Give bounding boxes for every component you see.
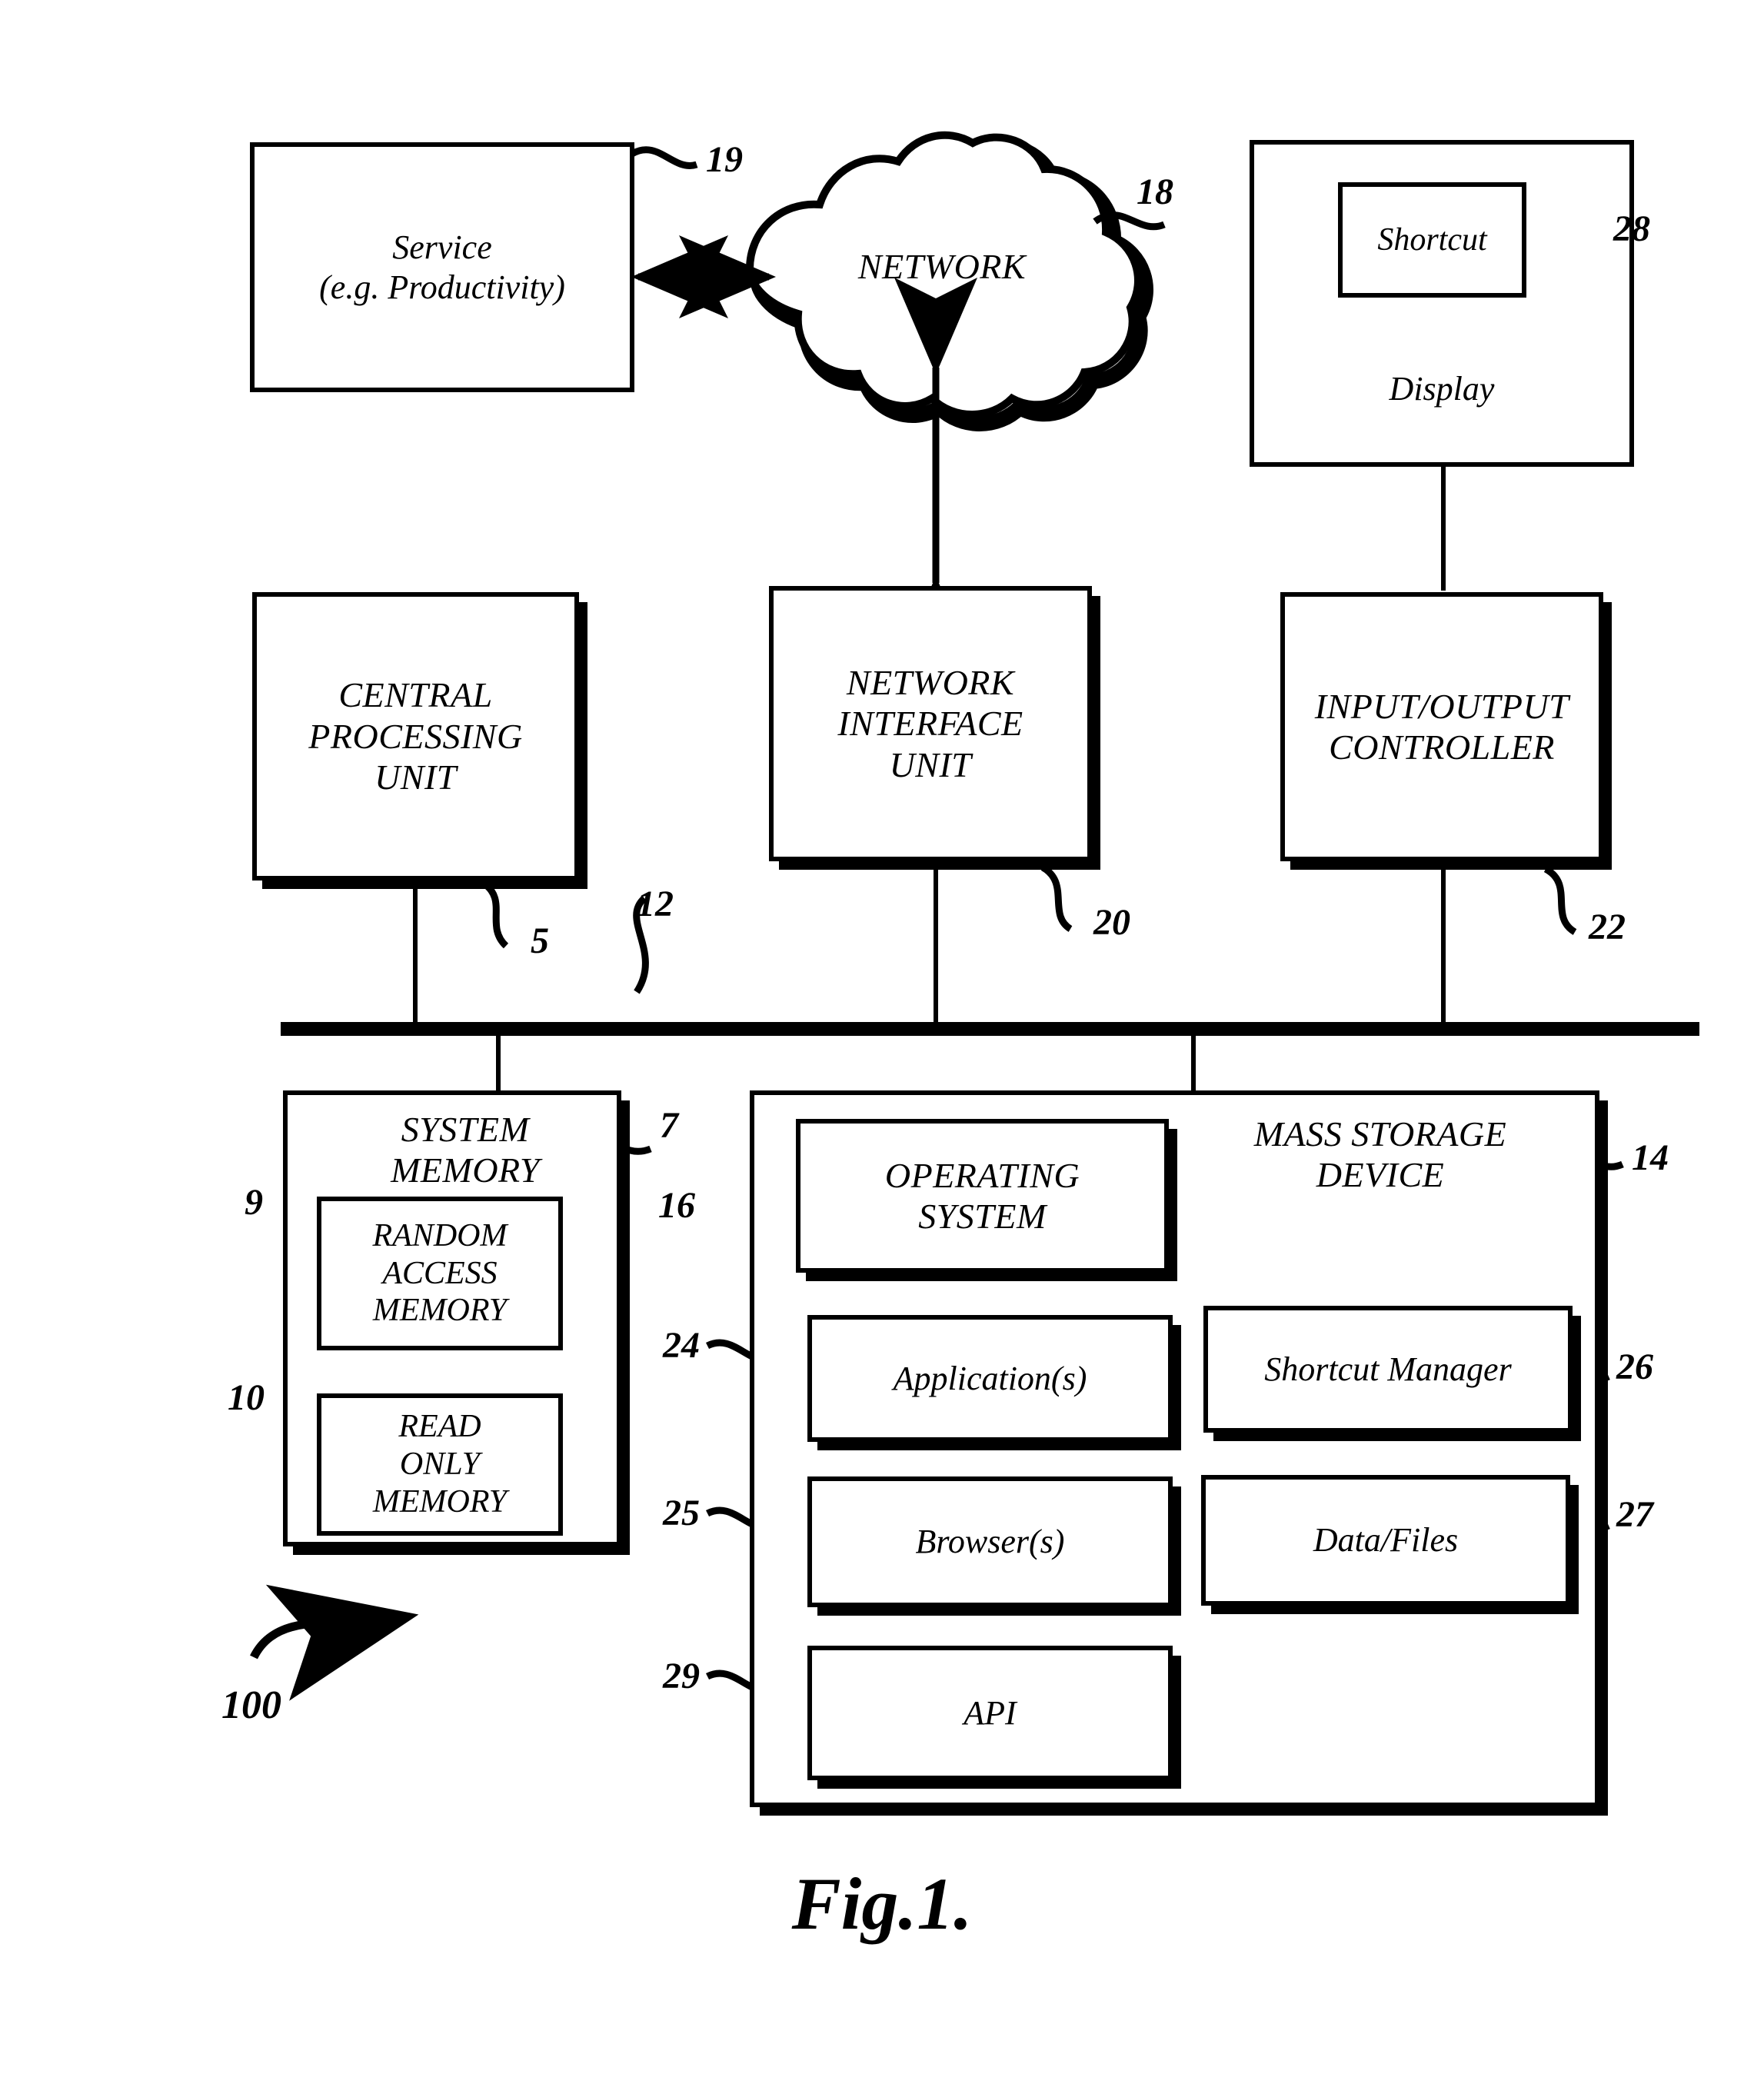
shortcut-manager-label: Shortcut Manager <box>1264 1350 1512 1388</box>
refnum-28: 28 <box>1613 208 1650 249</box>
refnum-24: 24 <box>663 1325 700 1366</box>
niu-line1: NETWORK <box>846 662 1015 702</box>
service-line1: Service <box>392 228 492 267</box>
leader-18 <box>1093 211 1166 231</box>
api-label: API <box>964 1693 1017 1732</box>
mass-storage-line2: DEVICE <box>1316 1155 1445 1195</box>
random-access-memory-box: RANDOM ACCESS MEMORY <box>317 1197 563 1350</box>
applications-box: Application(s) <box>807 1315 1173 1442</box>
network-label: NETWORK <box>857 247 1027 286</box>
cpu-line1: CENTRAL <box>338 675 493 715</box>
system-memory-line2: MEMORY <box>391 1150 540 1190</box>
network-interface-unit-box: NETWORK INTERFACE UNIT <box>769 586 1092 861</box>
refnum-100: 100 <box>221 1683 281 1727</box>
service-box: Service (e.g. Productivity) <box>250 142 634 392</box>
refnum-16: 16 <box>658 1185 695 1226</box>
browsers-label: Browser(s) <box>915 1523 1065 1561</box>
cpu-line3: UNIT <box>374 757 457 797</box>
io-line1: INPUT/OUTPUT <box>1314 686 1569 726</box>
refnum-7: 7 <box>660 1105 678 1146</box>
display-label: Display <box>1389 370 1495 408</box>
io-controller-box: INPUT/OUTPUT CONTROLLER <box>1280 592 1603 861</box>
operating-system-box: OPERATING SYSTEM <box>796 1119 1169 1273</box>
niu-line2: INTERFACE <box>837 704 1023 744</box>
leader-20 <box>1040 864 1073 932</box>
refnum-20: 20 <box>1093 902 1130 943</box>
rom-line1: READ <box>398 1409 481 1445</box>
shortcut-manager-box: Shortcut Manager <box>1203 1306 1573 1433</box>
data-files-box: Data/Files <box>1201 1475 1570 1606</box>
figure-caption: Fig.1. <box>791 1863 973 1945</box>
operating-system-line2: SYSTEM <box>918 1197 1047 1236</box>
leader-19 <box>630 146 698 169</box>
ram-line3: MEMORY <box>372 1293 508 1329</box>
shortcut-box[interactable]: Shortcut <box>1338 182 1526 298</box>
ram-line2: ACCESS <box>382 1255 498 1291</box>
service-line2: (e.g. Productivity) <box>319 268 565 306</box>
rom-line3: MEMORY <box>372 1483 508 1520</box>
cpu-box: CENTRAL PROCESSING UNIT <box>252 592 579 881</box>
leader-100-arrow <box>250 1584 419 1701</box>
mass-storage-line1: MASS STORAGE <box>1253 1114 1507 1154</box>
refnum-5: 5 <box>531 920 549 961</box>
niu-line3: UNIT <box>889 744 972 784</box>
patent-figure-1: Service (e.g. Productivity) NETWORK Shor… <box>0 0 1764 2084</box>
leader-5 <box>481 880 509 949</box>
operating-system-line1: OPERATING <box>884 1155 1080 1195</box>
rom-line2: ONLY <box>399 1446 481 1483</box>
refnum-29: 29 <box>663 1656 700 1696</box>
refnum-19: 19 <box>706 139 743 180</box>
refnum-14: 14 <box>1632 1137 1669 1178</box>
system-memory-line1: SYSTEM <box>401 1110 530 1149</box>
refnum-27: 27 <box>1616 1494 1653 1535</box>
mass-storage-title: MASS STORAGE DEVICE <box>1184 1114 1576 1196</box>
leader-22 <box>1543 866 1577 935</box>
cpu-line2: PROCESSING <box>308 716 523 756</box>
refnum-25: 25 <box>663 1493 700 1533</box>
shortcut-label: Shortcut <box>1377 221 1487 258</box>
ram-line1: RANDOM <box>372 1217 508 1253</box>
api-box: API <box>807 1646 1173 1780</box>
browsers-box: Browser(s) <box>807 1476 1173 1607</box>
refnum-26: 26 <box>1616 1347 1653 1387</box>
read-only-memory-box: READ ONLY MEMORY <box>317 1393 563 1536</box>
io-line2: CONTROLLER <box>1329 727 1555 767</box>
refnum-18: 18 <box>1137 171 1173 212</box>
refnum-9: 9 <box>245 1182 263 1223</box>
data-files-label: Data/Files <box>1313 1521 1459 1560</box>
refnum-10: 10 <box>228 1377 265 1418</box>
refnum-22: 22 <box>1589 907 1626 947</box>
system-memory-title: SYSTEM MEMORY <box>319 1109 611 1191</box>
refnum-12: 12 <box>637 884 674 924</box>
applications-label: Application(s) <box>893 1359 1087 1397</box>
